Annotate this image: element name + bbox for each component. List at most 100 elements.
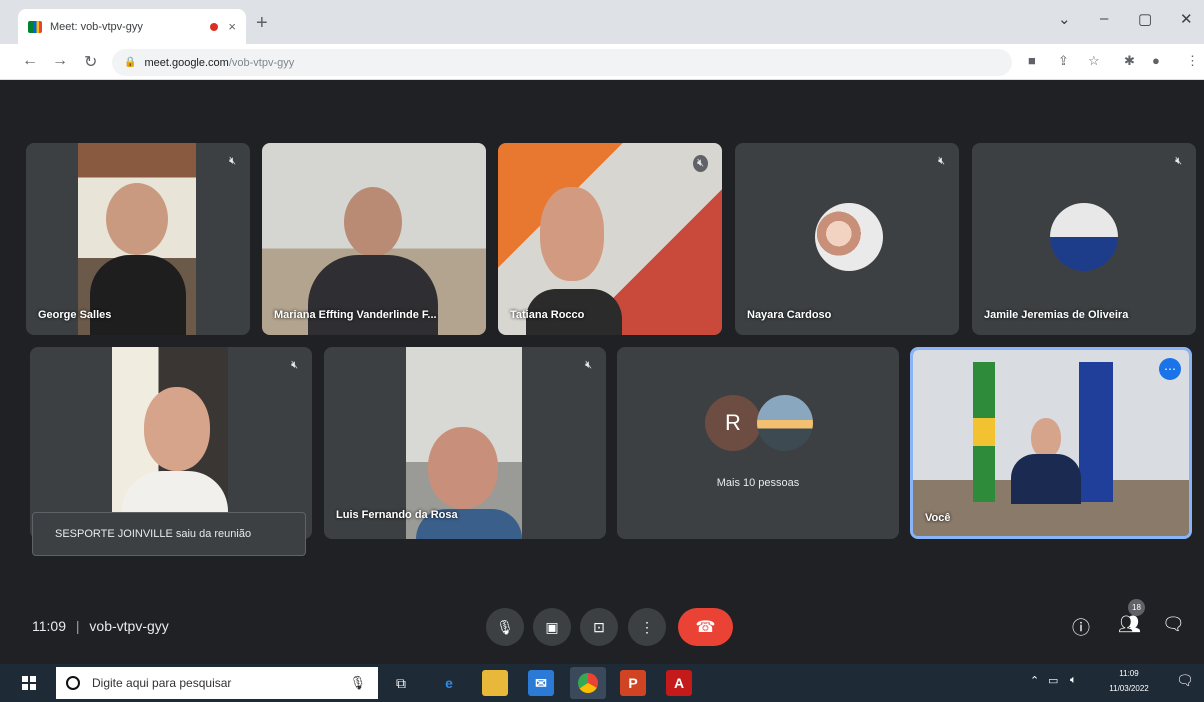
self-view-tile[interactable]: ⋯ Você (910, 347, 1192, 539)
search-placeholder: Digite aqui para pesquisar (92, 676, 232, 690)
mic-off-icon: 🔇︎ (693, 155, 708, 172)
meeting-code: vob-vtpv-gyy (89, 618, 169, 634)
self-body (1011, 454, 1081, 504)
more-participants-tile[interactable]: R Mais 10 pessoas (617, 347, 899, 539)
address-bar-row: ← → ↻ 🔒 meet.google.com /vob-vtpv-gyy ■ … (0, 44, 1204, 80)
chat-icon[interactable]: 🗨︎ (1162, 614, 1185, 635)
participant-face (428, 427, 498, 509)
participant-tile[interactable]: 🔇︎ (30, 347, 312, 539)
participant-tile[interactable]: 🔇︎ Tatiana Rocco (498, 143, 722, 335)
mic-off-icon: 🔇︎ (1175, 155, 1182, 167)
extensions-icon[interactable]: ✱ (1124, 53, 1135, 69)
explorer-icon[interactable] (482, 670, 508, 696)
mic-off-icon: 🔇︎ (229, 155, 236, 167)
tab-close-button[interactable]: × (228, 19, 236, 34)
bookmark-star-icon[interactable]: ☆ (1088, 53, 1100, 69)
mic-button[interactable]: 🎙︎ (486, 608, 524, 646)
acrobat-icon[interactable]: A (666, 670, 692, 696)
meeting-details: 11:09 | vob-vtpv-gyy (32, 618, 169, 634)
participant-name: Mariana Effting Vanderlinde F... (274, 309, 437, 321)
participant-avatar-photo (757, 395, 813, 451)
camera-in-use-icon[interactable]: ■ (1028, 53, 1036, 68)
back-icon[interactable]: ← (22, 52, 38, 70)
recording-indicator-icon (210, 22, 219, 31)
edge-icon[interactable]: e (436, 670, 462, 696)
taskbar-date: 11/03/2022 (1109, 684, 1149, 693)
cortana-icon (66, 676, 80, 690)
profile-icon[interactable]: ● (1152, 53, 1160, 68)
self-name: Você (925, 512, 951, 524)
brazil-flag (973, 362, 995, 502)
tab-search-button[interactable]: ⌄ (1058, 10, 1071, 28)
more-options-icon[interactable]: ⋯ (1159, 358, 1181, 380)
url-path: /vob-vtpv-gyy (228, 56, 295, 69)
volume-icon[interactable]: 🔈︎ (1070, 674, 1077, 687)
tab-title: Meet: vob-vtpv-gyy (50, 20, 143, 33)
camera-icon: ▣ (545, 618, 559, 635)
participant-body (90, 255, 186, 335)
info-icon[interactable]: ⓘ (1072, 614, 1090, 640)
participant-avatar (815, 203, 883, 271)
participant-tile[interactable]: Mariana Effting Vanderlinde F... (262, 143, 486, 335)
reload-icon[interactable]: ↻ (84, 52, 97, 72)
end-call-button[interactable]: ☎︎ (678, 608, 733, 646)
taskbar-clock[interactable]: 11:09 11/03/2022 (1096, 666, 1162, 696)
participant-name: George Salles (38, 309, 112, 321)
participant-name: Nayara Cardoso (747, 309, 832, 321)
people-count-badge: 18 (1128, 599, 1145, 616)
participant-body (308, 255, 438, 335)
tray-chevron-icon[interactable]: ⌃ (1030, 674, 1039, 687)
participant-name: Luis Fernando da Rosa (336, 509, 458, 521)
voice-search-icon[interactable]: 🎙︎ (349, 675, 366, 691)
chrome-taskbar-button[interactable] (570, 667, 606, 699)
participant-avatar-letter: R (705, 395, 761, 451)
windows-start-icon[interactable] (22, 676, 36, 690)
participant-name: Tatiana Rocco (510, 309, 585, 321)
participant-face (144, 387, 210, 471)
present-button[interactable]: ⊡ (580, 608, 618, 646)
new-tab-button[interactable]: + (256, 12, 268, 35)
more-options-button[interactable]: ⋮ (628, 608, 666, 646)
meet-favicon-icon (28, 20, 42, 33)
close-window-button[interactable]: ✕ (1180, 10, 1193, 28)
mic-off-icon: 🔇︎ (585, 359, 592, 371)
browser-tab-bar: Meet: vob-vtpv-gyy × + ⌄ – ▢ ✕ (0, 0, 1204, 44)
present-icon: ⊡ (593, 618, 605, 635)
network-icon[interactable]: ▭ (1048, 674, 1058, 687)
participant-face (344, 187, 402, 257)
people-icon[interactable]: 👥︎ (1118, 614, 1141, 635)
url-domain: meet.google.com (144, 56, 229, 69)
url-field[interactable]: 🔒 meet.google.com /vob-vtpv-gyy (112, 49, 1012, 76)
windows-taskbar: Digite aqui para pesquisar 🎙︎ ⧉ e ✉ P A … (0, 664, 1204, 702)
task-view-icon[interactable]: ⧉ (388, 670, 414, 696)
minimize-button[interactable]: – (1100, 10, 1108, 27)
participant-name: Jamile Jeremias de Oliveira (984, 309, 1129, 321)
chrome-icon (578, 673, 598, 693)
share-icon[interactable]: ⇪ (1058, 53, 1069, 69)
camera-button[interactable]: ▣ (533, 608, 571, 646)
more-participants-label: Mais 10 pessoas (716, 477, 800, 489)
participant-face (106, 183, 168, 255)
participant-tile[interactable]: 🔇︎ Nayara Cardoso (735, 143, 959, 335)
mic-icon: 🎙︎ (496, 618, 514, 635)
meeting-time: 11:09 (32, 618, 66, 634)
mail-icon[interactable]: ✉ (528, 670, 554, 696)
participant-avatar (1050, 203, 1118, 271)
powerpoint-icon[interactable]: P (620, 670, 646, 696)
notification-toast: SESPORTE JOINVILLE saiu da reunião (32, 512, 306, 556)
forward-icon[interactable]: → (52, 52, 68, 70)
meeting-separator: | (75, 618, 80, 634)
taskbar-time: 11:09 (1119, 669, 1139, 678)
participant-tile[interactable]: 🔇︎ Luis Fernando da Rosa (324, 347, 606, 539)
browser-tab-meet[interactable]: Meet: vob-vtpv-gyy × (18, 9, 246, 44)
maximize-button[interactable]: ▢ (1138, 10, 1152, 28)
taskbar-search-input[interactable]: Digite aqui para pesquisar 🎙︎ (56, 667, 378, 699)
notifications-icon[interactable]: 🗨︎ (1176, 672, 1194, 689)
self-face (1031, 418, 1061, 458)
browser-menu-icon[interactable]: ⋮ (1186, 53, 1199, 69)
end-call-icon: ☎︎ (695, 619, 716, 636)
mic-off-icon: 🔇︎ (938, 155, 945, 167)
participant-tile[interactable]: 🔇︎ Jamile Jeremias de Oliveira (972, 143, 1196, 335)
participant-tile[interactable]: 🔇︎ George Salles (26, 143, 250, 335)
abc-flag (1079, 362, 1113, 502)
